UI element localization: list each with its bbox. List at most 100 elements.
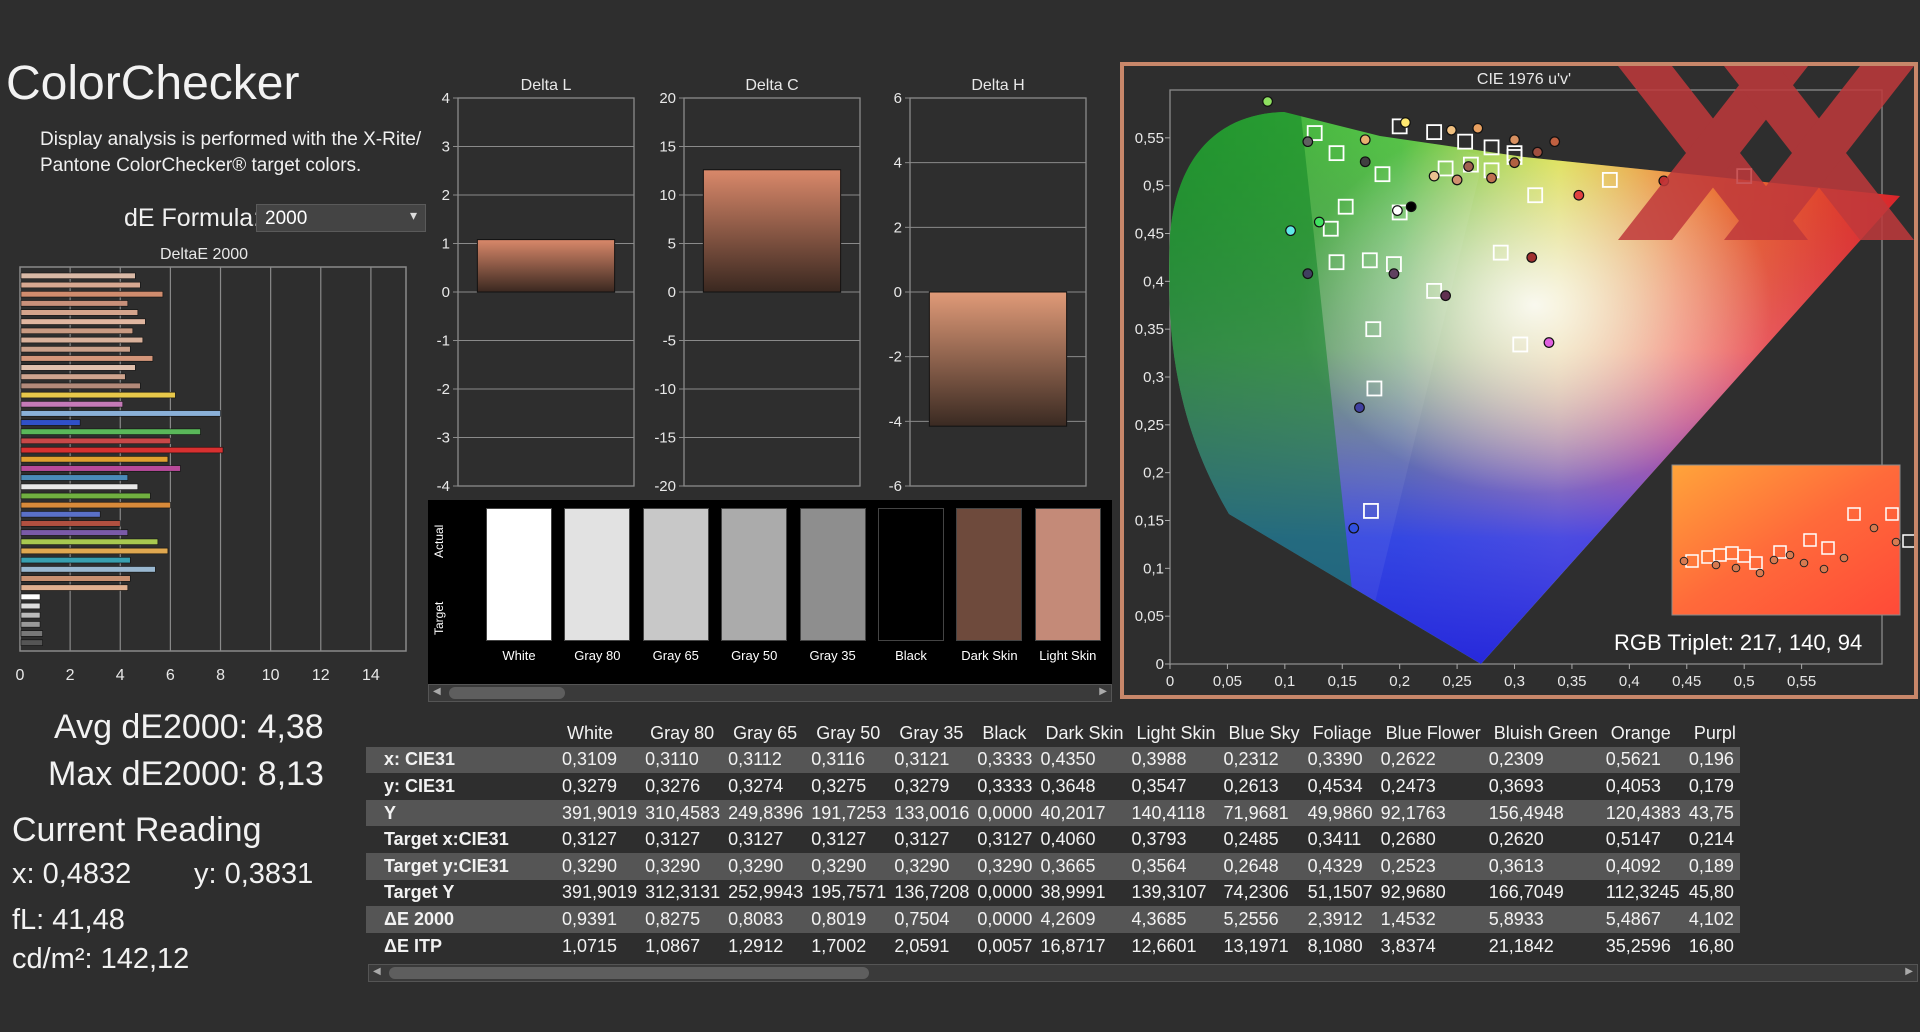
description-line-2: Pantone ColorChecker® target colors. xyxy=(40,155,362,176)
table-cell: 4,3685 xyxy=(1127,906,1220,933)
table-cell: 0,8083 xyxy=(724,906,808,933)
table-cell: 92,1763 xyxy=(1376,799,1485,827)
de-formula-value: 2000 xyxy=(265,208,308,229)
table-scrollbar[interactable]: ◀ ▶ xyxy=(368,964,1918,982)
table-scroll-right-icon[interactable]: ▶ xyxy=(1905,966,1913,977)
swatch[interactable]: White xyxy=(486,508,552,663)
cie-measured-marker xyxy=(1405,201,1417,213)
swatch[interactable]: Gray 35 xyxy=(799,508,866,663)
swatch-scrollbar[interactable]: ◀ ▶ xyxy=(428,684,1112,702)
cie-measured-marker xyxy=(1486,172,1497,184)
scroll-left-icon[interactable]: ◀ xyxy=(433,686,441,697)
cie-y-tick: 0,35 xyxy=(1135,321,1164,338)
table-cell: 0,2622 xyxy=(1376,746,1485,774)
table-cell: 0,3411 xyxy=(1303,826,1377,853)
cie-measured-marker xyxy=(1451,174,1463,186)
table-cell: 0,0000 xyxy=(973,799,1037,827)
deltae-bar xyxy=(20,391,176,399)
table-row: Target x:CIE31 0,3127 0,3127 0,3127 0,3127 0,… xyxy=(366,826,1740,853)
table-cell: 5,2556 xyxy=(1219,906,1304,933)
table-cell: 4,2609 xyxy=(1036,906,1128,933)
table-cell: 133,0016 xyxy=(890,799,974,827)
deltae-bar xyxy=(20,401,124,408)
delta-y-tick: 4 xyxy=(442,90,450,107)
max-de: Max dE2000: 8,13 xyxy=(48,755,324,793)
scroll-right-icon[interactable]: ▶ xyxy=(1099,686,1107,697)
swatch[interactable]: Black xyxy=(878,508,944,663)
table-cell: 0,3290 xyxy=(558,852,642,880)
deltae-bar xyxy=(20,456,169,463)
table-cell: 391,9019 xyxy=(558,799,642,827)
table-cell: 0,3279 xyxy=(890,773,974,800)
row-header: Target x:CIE31 xyxy=(366,826,558,853)
data-table-container: White Gray 80 Gray 65 Gray 50 Gray 35 Black Da… xyxy=(366,720,1920,966)
table-cell: 166,7049 xyxy=(1484,879,1602,907)
swatch[interactable]: Light Skin xyxy=(1034,508,1101,663)
deltae-x-tick: 2 xyxy=(66,667,75,684)
delta-y-tick: -2 xyxy=(437,381,450,398)
page-title: ColorChecker xyxy=(6,57,300,110)
delta-y-tick: -5 xyxy=(663,333,676,350)
column-header: Blue Sky xyxy=(1228,722,1300,743)
swatch[interactable]: Gray 50 xyxy=(721,508,788,663)
table-cell: 0,3648 xyxy=(1036,773,1128,800)
cie-measured-marker xyxy=(1354,402,1365,414)
table-cell: 0,3279 xyxy=(558,773,642,800)
deltae-bar xyxy=(20,520,121,527)
swatch[interactable]: Gray 80 xyxy=(564,508,631,663)
swatch-label: Gray 65 xyxy=(652,648,699,663)
table-cell: 0,3109 xyxy=(558,746,642,774)
deltae-bar xyxy=(20,621,41,628)
table-row: ΔE ITP 1,0715 1,0867 1,2912 1,7002 2,0591 0,00… xyxy=(366,932,1740,960)
swatch[interactable]: Gray 65 xyxy=(642,508,709,663)
cie-measured-marker xyxy=(1509,134,1520,146)
table-row: Target Y 391,9019 312,3131 252,9943 195,7571… xyxy=(366,879,1740,907)
table-cell: 0,4060 xyxy=(1036,826,1128,853)
table-cell: 0,2485 xyxy=(1219,826,1304,853)
table-row: ΔE 2000 0,9391 0,8275 0,8083 0,8019 0,7504 0,0… xyxy=(366,906,1740,933)
rgb-triplet: RGB Triplet: 217, 140, 94 xyxy=(1614,630,1863,655)
table-cell: 0,3564 xyxy=(1127,852,1220,880)
table-cell: 0,2473 xyxy=(1376,773,1485,800)
swatch-color xyxy=(1034,508,1101,641)
swatch[interactable]: Dark Skin xyxy=(956,508,1023,663)
cie-measured-marker xyxy=(1472,122,1484,134)
inset-measured-marker xyxy=(1799,558,1809,568)
table-cell: 139,3107 xyxy=(1127,879,1220,907)
table-cell: 0,0000 xyxy=(973,906,1037,933)
table-cell: 1,4532 xyxy=(1376,906,1485,933)
table-cell: 0,3290 xyxy=(724,852,808,880)
table-cell: 0,3333 xyxy=(973,773,1037,800)
table-scroll-left-icon[interactable]: ◀ xyxy=(373,966,381,977)
deltae-bar xyxy=(20,309,139,316)
cie-x-tick: 0,25 xyxy=(1442,673,1471,690)
table-cell: 92,9680 xyxy=(1376,879,1485,907)
cie-x-tick: 0,2 xyxy=(1389,673,1410,690)
swatch-label: Gray 35 xyxy=(809,648,856,663)
delta-y-tick: 20 xyxy=(659,90,676,107)
delta-y-tick: 6 xyxy=(894,90,902,107)
deltae-bar xyxy=(20,483,139,490)
table-cell: 51,1507 xyxy=(1303,879,1377,907)
table-cell: 5,8933 xyxy=(1484,906,1602,933)
scroll-thumb[interactable] xyxy=(449,687,565,699)
cie-title: CIE 1976 u'v' xyxy=(1477,71,1571,88)
inset-measured-marker xyxy=(1891,537,1901,547)
row-header: y: CIE31 xyxy=(366,773,558,800)
table-cell: 0,3127 xyxy=(890,826,974,853)
table-cell: 0,8275 xyxy=(641,906,725,933)
cie-y-tick: 0,15 xyxy=(1135,513,1164,530)
reading-x: x: 0,4832 xyxy=(12,858,132,890)
delta-y-tick: -2 xyxy=(889,349,902,366)
table-cell: 0,3275 xyxy=(807,773,891,800)
cie-measured-marker xyxy=(1445,124,1457,136)
cie-measured-marker xyxy=(1400,117,1411,128)
swatch-label: Gray 80 xyxy=(574,648,621,663)
de-formula-select[interactable]: 2000 ▾ xyxy=(256,204,426,232)
deltae-bar xyxy=(20,327,134,334)
column-header: Dark Skin xyxy=(1045,722,1124,743)
inset-measured-marker xyxy=(1785,550,1795,560)
table-scroll-thumb[interactable] xyxy=(389,967,869,979)
delta-chart-0: Delta L 4 3 2 1 0 -1 -2 -3 -4 xyxy=(437,77,635,495)
deltae-bar xyxy=(20,446,224,454)
